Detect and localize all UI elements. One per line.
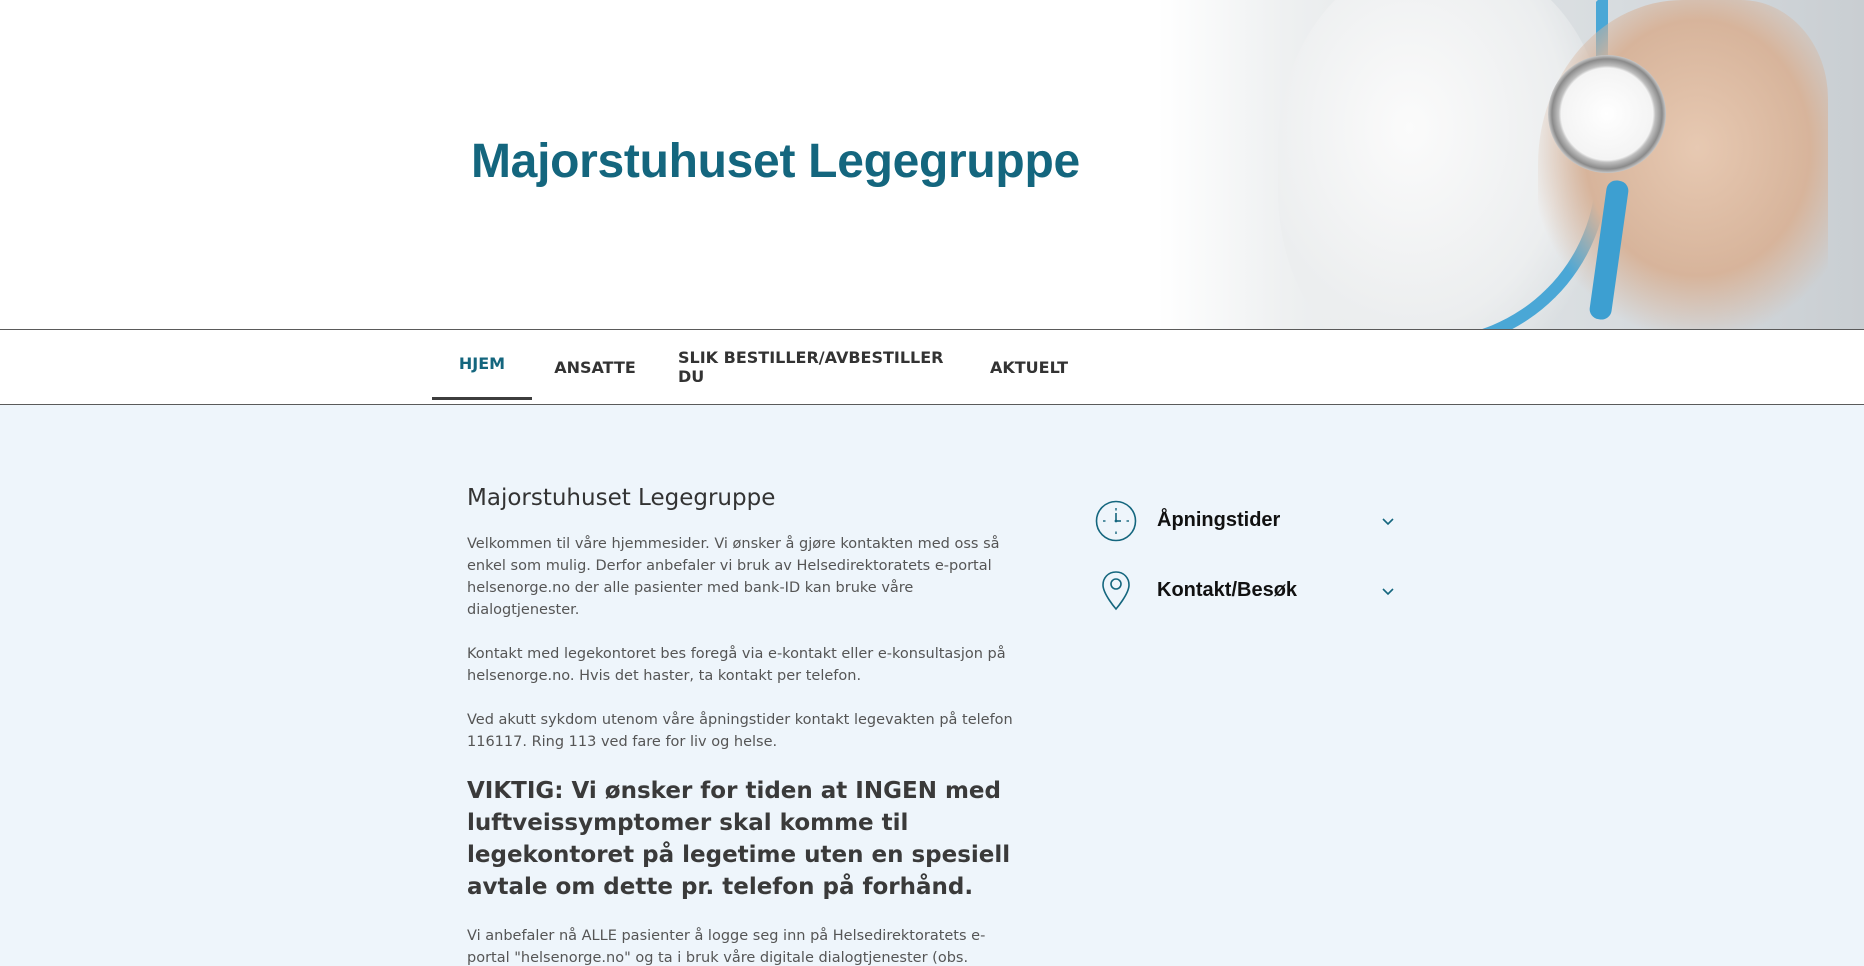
clock-icon (1094, 499, 1138, 543)
accordion-opening-hours-label: Åpningstider (1157, 509, 1281, 531)
accordion-contact[interactable]: Kontakt/Besøk (1094, 569, 1414, 639)
important-notice: VIKTIG: Vi ønsker for tiden at INGEN med… (467, 778, 1011, 900)
accordion-contact-label: Kontakt/Besøk (1157, 579, 1298, 601)
chevron-down-icon (1380, 513, 1396, 529)
paragraph-contact: Kontakt med legekontoret bes foregå via … (467, 646, 1006, 684)
hero-image (1158, 0, 1864, 329)
paragraph-recommendation: Vi anbefaler nå ALLE pasienter å logge s… (467, 928, 986, 966)
paragraph-emergency: Ved akutt sykdom utenom våre åpningstide… (467, 712, 1013, 750)
sidebar: Åpningstider Kontakt/Besøk (1094, 499, 1414, 639)
hero-stethoscope-chestpiece (1548, 55, 1666, 173)
nav-item-ansatte[interactable]: ANSATTE (551, 330, 639, 404)
main-area: Majorstuhuset Legegruppe Velkommen til v… (0, 405, 1864, 966)
main-nav: HJEM ANSATTE SLIK BESTILLER/AVBESTILLER … (0, 329, 1864, 405)
accordion-opening-hours[interactable]: Åpningstider (1094, 499, 1414, 569)
map-pin-icon (1094, 569, 1138, 613)
site-title[interactable]: Majorstuhuset Legegruppe (471, 134, 1080, 189)
chevron-down-icon (1380, 583, 1396, 599)
main-content: Majorstuhuset Legegruppe Velkommen til v… (467, 485, 1027, 966)
paragraph-welcome: Velkommen til våre hjemmesider. Vi ønske… (467, 536, 1000, 618)
content-heading: Majorstuhuset Legegruppe (467, 485, 776, 511)
nav-item-slik-bestiller[interactable]: SLIK BESTILLER/AVBESTILLER DU (678, 330, 948, 404)
nav-item-aktuelt[interactable]: AKTUELT (984, 330, 1074, 404)
site-header: Majorstuhuset Legegruppe (0, 0, 1864, 329)
nav-item-hjem[interactable]: HJEM (432, 330, 532, 400)
